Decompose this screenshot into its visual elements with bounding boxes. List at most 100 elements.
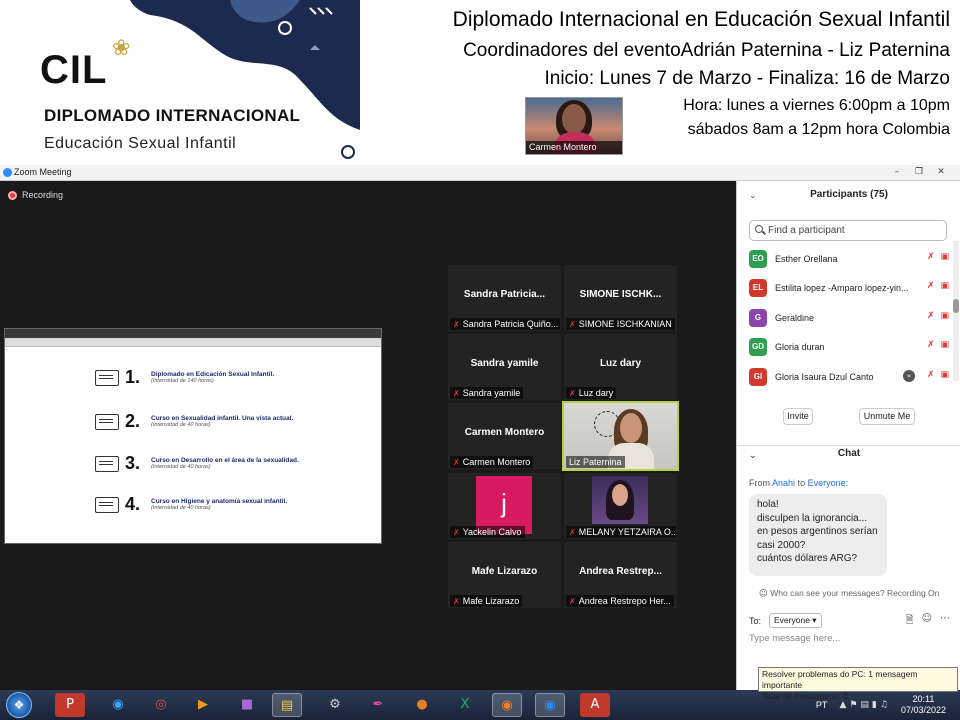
video-off-icon: ▣ xyxy=(940,340,949,350)
participant-row[interactable]: EO Esther Orellana ✗ ▣ xyxy=(749,248,949,270)
banner-tagline: Educación Sexual Infantil xyxy=(44,135,237,152)
system-notification-tooltip: Resolver problemas do PC: 1 mensagem imp… xyxy=(758,667,958,701)
course-item: 1. Diplomado en Edicación Sexual Infanti… xyxy=(95,367,274,388)
pdf-icon[interactable]: A xyxy=(580,693,610,717)
meeting-view: Recording 1. Diplomado en Edicación Sexu… xyxy=(0,181,736,690)
event-coordinators: Coordinadores del eventoAdrián Paternina… xyxy=(463,40,950,61)
video-tile[interactable]: SIMONE ISCHK... ✗ SIMONE ISCHKANIAN xyxy=(564,265,677,331)
recipient-dropdown[interactable]: Everyone ▾ xyxy=(769,613,822,628)
mic-muted-icon: ✗ xyxy=(453,528,460,537)
video-tile[interactable]: Carmen Montero ✗ Carmen Montero xyxy=(448,403,561,469)
zoom-icon[interactable]: ◉ xyxy=(535,693,565,717)
close-button[interactable]: ✕ xyxy=(930,165,952,179)
certificate-icon xyxy=(95,369,119,386)
cil-logo: CIL ❀ xyxy=(40,36,131,92)
event-hours-saturday: sábados 8am a 12pm hora Colombia xyxy=(687,121,950,138)
chat-visibility-notice[interactable]: ☺ Who can see your messages? Recording O… xyxy=(759,588,939,599)
collapse-chat-icon[interactable]: ⌄ xyxy=(749,451,757,461)
more-icon[interactable]: ⋯ xyxy=(940,613,950,630)
video-tile[interactable]: Andrea Restrep... ✗ Andrea Restrepo Her..… xyxy=(564,542,677,608)
excel-icon[interactable]: X xyxy=(450,693,480,717)
minimize-button[interactable]: – xyxy=(886,165,908,179)
video-off-icon: ▣ xyxy=(940,311,949,321)
video-tile[interactable]: j ✗ Yackelin Calvo xyxy=(448,473,561,539)
people-icon: ☺ xyxy=(759,589,768,599)
chat-message: hola! disculpen la ignorancia... en peso… xyxy=(749,494,887,576)
chrome-icon[interactable]: ◎ xyxy=(146,693,176,717)
paint-icon[interactable]: ✒ xyxy=(363,693,393,717)
participant-search-input[interactable]: Find a participant xyxy=(749,220,947,241)
shared-screen[interactable]: 1. Diplomado en Edicación Sexual Infanti… xyxy=(4,328,382,544)
video-tile[interactable]: Luz dary ✗ Luz dary xyxy=(564,334,677,400)
zoom-logo-icon xyxy=(3,168,12,177)
video-off-icon: ▣ xyxy=(940,281,949,291)
mic-muted-icon: ✗ xyxy=(926,370,935,380)
mic-muted-icon: ✗ xyxy=(926,311,935,321)
start-button[interactable]: ❖ xyxy=(6,692,32,718)
search-icon xyxy=(755,225,763,233)
mic-muted-icon: ✗ xyxy=(569,320,576,329)
host-video: Carmen Montero xyxy=(525,97,623,155)
chat-sender: From Anahi to Everyone: xyxy=(749,478,849,488)
participant-row[interactable]: GI Gloria Isaura Dzul Canto « ✗ ▣ xyxy=(749,366,949,388)
powerpoint-icon[interactable]: P xyxy=(55,693,85,717)
event-dates: Inicio: Lunes 7 de Marzo - Finaliza: 16 … xyxy=(544,68,950,89)
recording-indicator[interactable]: Recording xyxy=(8,190,63,200)
window-titlebar: Zoom Meeting – ❐ ✕ xyxy=(0,165,960,181)
chat-message-input[interactable]: Type message here... xyxy=(749,633,840,644)
mic-muted-icon: ✗ xyxy=(453,458,460,467)
participant-photo xyxy=(592,476,648,524)
course-item: 3. Curso en Desarrollo en el área de la … xyxy=(95,453,299,474)
chat-recipient-row: To: Everyone ▾ xyxy=(749,613,822,628)
video-tile[interactable]: Sandra yamile ✗ Sandra yamile xyxy=(448,334,561,400)
media-player-icon[interactable]: ▶ xyxy=(188,693,218,717)
file-explorer-icon[interactable]: ▤ xyxy=(272,693,302,717)
participant-row[interactable]: EL Estilita lopez -Amparo lopez-yin... ✗… xyxy=(749,277,949,299)
mic-muted-icon: ✗ xyxy=(453,389,460,398)
side-panel: ⌄ Participants (75) Find a participant E… xyxy=(736,181,960,690)
certificate-icon xyxy=(95,413,119,430)
course-item: 2. Curso en Sexualidad infantil. Una vis… xyxy=(95,411,293,432)
emoji-icon[interactable]: ☺ xyxy=(922,613,932,630)
browser-icon[interactable]: ● xyxy=(407,693,437,717)
participant-row[interactable]: G Geraldine ✗ ▣ xyxy=(749,307,949,329)
video-off-icon: ▣ xyxy=(940,252,949,262)
video-editor-icon[interactable]: ⚙ xyxy=(320,693,350,717)
event-title: Diplomado Internacional en Educación Sex… xyxy=(452,8,950,31)
participant-row[interactable]: GD Gloria duran ✗ ▣ xyxy=(749,336,949,358)
video-tile[interactable]: Sandra Patricia... ✗ Sandra Patricia Quiñ… xyxy=(448,265,561,331)
mic-muted-icon: ✗ xyxy=(569,597,576,606)
event-hours-weekdays: Hora: lunes a viernes 6:00pm a 10pm xyxy=(683,97,950,114)
event-banner: CIL ❀ DIPLOMADO INTERNACIONAL Educación … xyxy=(0,0,960,165)
butterfly-icon: ❀ xyxy=(112,36,131,61)
participants-scrollbar[interactable] xyxy=(953,241,959,381)
restore-button[interactable]: ❐ xyxy=(908,165,930,179)
invite-button[interactable]: Invite xyxy=(783,408,813,425)
course-item: 4. Curso en Higiene y anatomía sexual in… xyxy=(95,494,287,515)
mic-muted-icon: ✗ xyxy=(569,528,576,537)
video-tile[interactable]: Mafe Lizarazo ✗ Mafe Lizarazo xyxy=(448,542,561,608)
participants-header: Participants (75) xyxy=(810,189,888,200)
banner-subtitle: DIPLOMADO INTERNACIONAL xyxy=(44,106,301,125)
video-tile[interactable]: ✗ MELANY YETZAIRA O... xyxy=(564,473,677,539)
mic-muted-icon: ✗ xyxy=(453,597,460,606)
video-off-icon: ▣ xyxy=(940,370,949,380)
onenote-icon[interactable]: ■ xyxy=(232,693,262,717)
record-icon xyxy=(8,190,17,200)
edge-icon[interactable]: ◉ xyxy=(103,693,133,717)
mic-muted-icon: ✗ xyxy=(569,389,576,398)
firefox-icon[interactable]: ◉ xyxy=(492,693,522,717)
chat-header: ⌄ Chat xyxy=(737,445,960,461)
mic-muted-icon: ✗ xyxy=(926,281,935,291)
host-video-label: Carmen Montero xyxy=(526,141,622,154)
unmute-me-button[interactable]: Unmute Me xyxy=(859,408,915,425)
certificate-icon xyxy=(95,496,119,513)
more-options-icon[interactable]: « xyxy=(903,370,915,382)
file-icon[interactable]: 🗎 xyxy=(906,613,914,630)
mic-muted-icon: ✗ xyxy=(453,320,460,329)
certificate-icon xyxy=(95,455,119,472)
mic-muted-icon: ✗ xyxy=(926,340,935,350)
mic-muted-icon: ✗ xyxy=(926,252,935,262)
recording-label: Recording xyxy=(22,190,64,200)
video-tile-active-speaker[interactable]: Liz Paternina xyxy=(562,401,679,471)
